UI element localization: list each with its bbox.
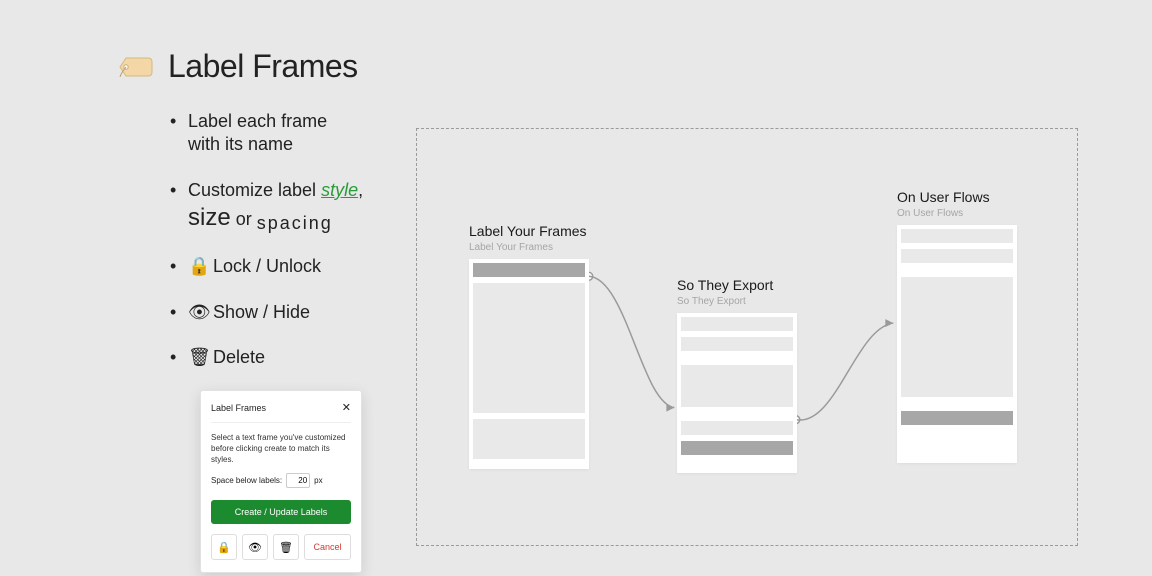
text: ,	[358, 180, 363, 200]
dialog-description: Select a text frame you've customized be…	[211, 423, 351, 465]
text: Delete	[213, 347, 265, 367]
eye-icon: 👁	[188, 301, 206, 324]
feature-item: 👁 Show / Hide	[170, 301, 390, 324]
frame-sublabel: So They Export	[677, 296, 797, 307]
lock-icon: 🔒	[188, 255, 206, 278]
text: with its name	[188, 133, 390, 156]
dialog-title: Label Frames	[211, 403, 266, 413]
frame-sublabel: On User Flows	[897, 208, 1017, 219]
frame-label: So They Export	[677, 277, 797, 293]
feature-item: 🗑 Delete	[170, 346, 390, 369]
cancel-button[interactable]: Cancel	[304, 534, 351, 560]
lock-button[interactable]: 🔒	[211, 534, 237, 560]
spacing-input[interactable]	[286, 473, 310, 488]
mock-frame	[677, 313, 797, 473]
text: or	[231, 209, 257, 229]
close-icon[interactable]: ✕	[342, 401, 351, 414]
mock-frame	[897, 225, 1017, 463]
canvas-area: Label Your Frames Label Your Frames So T…	[416, 128, 1078, 546]
label-frames-dialog: Label Frames ✕ Select a text frame you'v…	[200, 390, 362, 573]
feature-item: Label each frame with its name	[170, 110, 390, 157]
frame-group: So They Export So They Export	[677, 277, 797, 473]
create-update-button[interactable]: Create / Update Labels	[211, 500, 351, 524]
delete-button[interactable]: 🗑	[273, 534, 299, 560]
frame-group: On User Flows On User Flows	[897, 189, 1017, 463]
feature-list: Label each frame with its name Customize…	[170, 110, 390, 392]
visibility-button[interactable]: 👁	[242, 534, 268, 560]
frame-sublabel: Label Your Frames	[469, 242, 589, 253]
trash-icon: 🗑	[188, 346, 206, 369]
text: Customize label	[188, 180, 321, 200]
spacing-label: Space below labels:	[211, 476, 282, 485]
spacing-unit: px	[314, 476, 322, 485]
tag-icon	[118, 54, 154, 80]
frame-label: On User Flows	[897, 189, 1017, 205]
styled-text-spacing: spacing	[257, 213, 333, 233]
page-title: Label Frames	[168, 48, 358, 85]
feature-item: 🔒 Lock / Unlock	[170, 255, 390, 278]
feature-item: Customize label style, size or spacing	[170, 179, 390, 234]
text: Show / Hide	[213, 302, 310, 322]
text: Lock / Unlock	[213, 256, 321, 276]
styled-text-size: size	[188, 204, 231, 231]
styled-text-style: style	[321, 180, 358, 200]
frame-label: Label Your Frames	[469, 223, 589, 239]
text: Label each frame	[188, 111, 327, 131]
frame-group: Label Your Frames Label Your Frames	[469, 223, 589, 469]
mock-frame	[469, 259, 589, 469]
